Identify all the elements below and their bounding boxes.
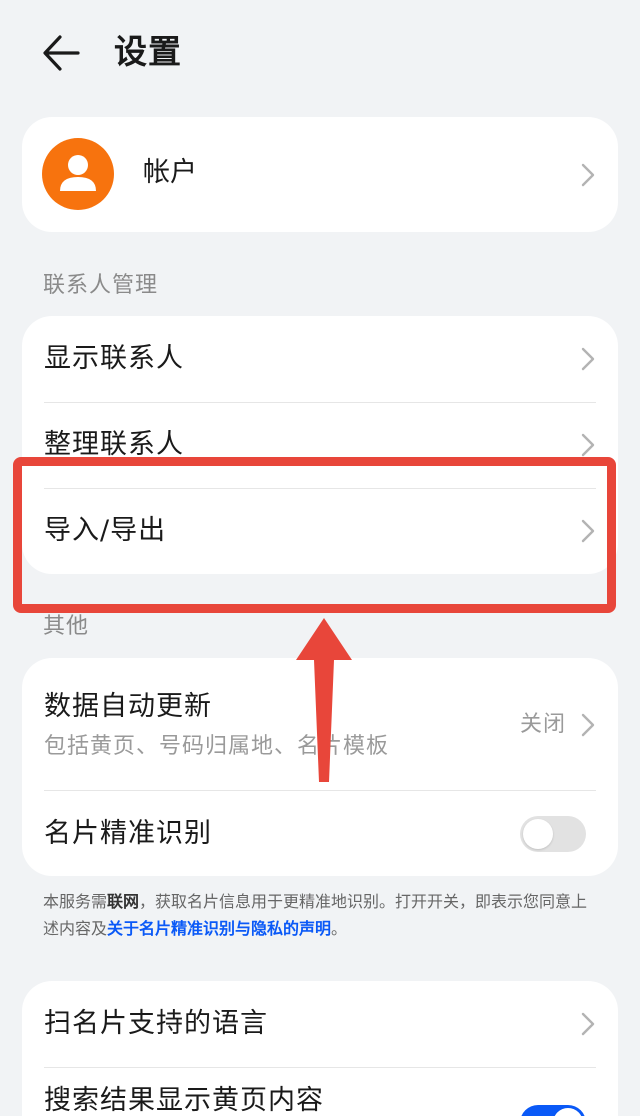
privacy-note: 本服务需联网，获取名片信息用于更精准地识别。打开开关，即表示您同意上述内容及关于… xyxy=(43,888,603,942)
back-button[interactable] xyxy=(38,28,88,78)
scan-card-languages-row[interactable]: 扫名片支持的语言 xyxy=(22,981,618,1067)
display-contacts-label: 显示联系人 xyxy=(44,343,184,374)
chevron-right-icon xyxy=(581,713,595,737)
toggle-knob xyxy=(553,1108,583,1116)
header: 设置 xyxy=(0,0,640,105)
person-icon xyxy=(60,155,96,191)
display-contacts-row[interactable]: 显示联系人 xyxy=(22,316,618,402)
chevron-right-icon xyxy=(581,1012,595,1036)
section-title-contact-management: 联系人管理 xyxy=(43,273,159,298)
highlight-box xyxy=(13,457,616,613)
more-card: 扫名片支持的语言 搜索结果显示黄页内容 xyxy=(22,981,618,1116)
avatar xyxy=(42,138,114,210)
section-title-other: 其他 xyxy=(43,614,90,639)
account-label: 帐户 xyxy=(143,157,197,188)
yellow-pages-results-label: 搜索结果显示黄页内容 xyxy=(44,1085,324,1116)
card-recognition-row: 名片精准识别 xyxy=(22,790,618,876)
note-text: 本服务需 xyxy=(43,892,108,911)
account-card[interactable]: 帐户 xyxy=(22,117,618,232)
chevron-right-icon xyxy=(581,163,595,187)
auto-update-label: 数据自动更新 xyxy=(44,691,212,722)
yellow-pages-results-row: 搜索结果显示黄页内容 xyxy=(22,1067,618,1116)
chevron-right-icon xyxy=(581,433,595,457)
settings-page: 设置 帐户 联系人管理 显示联系人 整理联系人 导入/导出 其他 数据自动更新 … xyxy=(0,0,640,1116)
yellow-pages-results-toggle[interactable] xyxy=(520,1105,586,1116)
chevron-right-icon xyxy=(581,347,595,371)
card-recognition-label: 名片精准识别 xyxy=(44,818,212,849)
page-title: 设置 xyxy=(114,32,182,71)
note-text: 。 xyxy=(331,919,348,938)
toggle-knob xyxy=(523,819,553,849)
auto-update-value: 关闭 xyxy=(519,712,566,737)
card-recognition-toggle[interactable] xyxy=(520,816,586,852)
note-bold: 联网 xyxy=(107,892,140,911)
privacy-statement-link[interactable]: 关于名片精准识别与隐私的声明 xyxy=(107,919,331,938)
scan-card-languages-label: 扫名片支持的语言 xyxy=(44,1008,268,1039)
red-arrow-up-icon xyxy=(296,618,352,782)
arrow-left-icon xyxy=(43,35,80,71)
